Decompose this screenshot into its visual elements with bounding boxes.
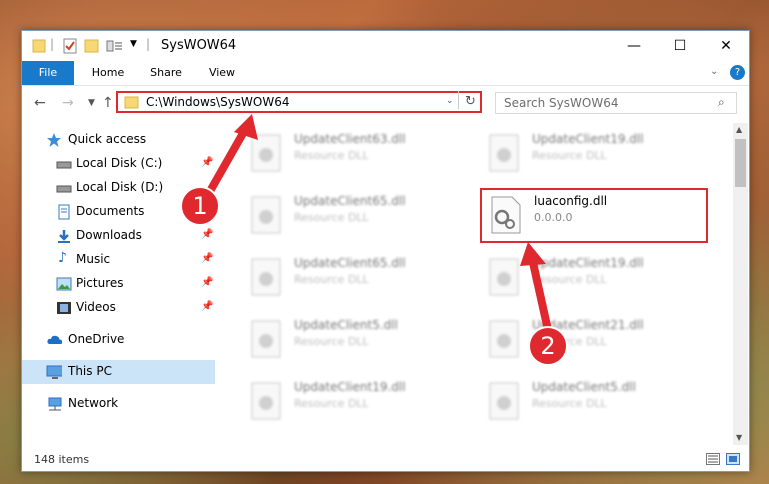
arrow-2-head <box>520 242 546 266</box>
step-badge-1: 1 <box>180 186 220 226</box>
step-badge-2: 2 <box>528 326 568 366</box>
annotation-arrows <box>201 114 552 334</box>
arrow-2 <box>528 254 552 334</box>
